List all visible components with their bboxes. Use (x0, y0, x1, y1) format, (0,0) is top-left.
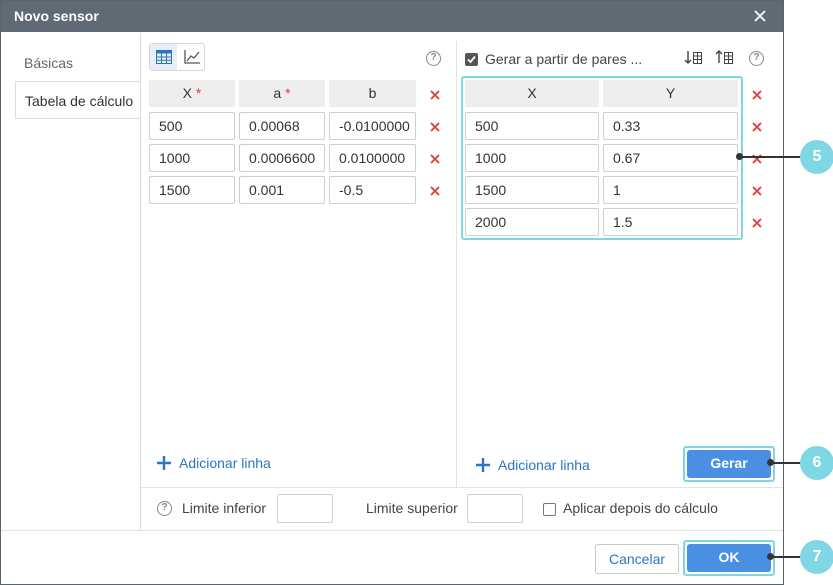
new-sensor-dialog: Novo sensor Básicas Tabela de cálculo ? … (0, 0, 784, 585)
add-row-left-label: Adicionar linha (179, 455, 271, 471)
callout-dot (736, 153, 743, 160)
delete-row-icon[interactable] (751, 185, 763, 197)
required-mark: * (285, 85, 291, 101)
add-row-left-button[interactable]: Adicionar linha (157, 455, 271, 471)
generate-from-pairs-checkbox[interactable] (465, 53, 478, 66)
footer-divider (1, 530, 783, 531)
bounds-divider (141, 487, 783, 488)
help-icon[interactable]: ? (157, 501, 172, 516)
left-cell-a[interactable]: 0.001 (239, 176, 325, 204)
plus-icon (476, 458, 490, 472)
upper-limit-input[interactable] (467, 494, 523, 523)
table-view-button[interactable] (150, 44, 177, 70)
column-header-a: a * (239, 80, 325, 107)
left-cell-b[interactable]: -0.0100000 (329, 112, 416, 140)
upper-limit-label: Limite superior (366, 500, 458, 516)
generate-button[interactable]: Gerar (687, 450, 771, 478)
table-icon (155, 50, 172, 64)
right-cell-y[interactable]: 0.33 (603, 112, 738, 140)
right-cell-y[interactable]: 1 (603, 176, 738, 204)
tab-calculation-table[interactable]: Tabela de cálculo (15, 81, 141, 119)
lower-limit-input[interactable] (277, 494, 333, 523)
right-cell-x[interactable]: 2000 (465, 208, 599, 236)
callout-line (770, 556, 801, 558)
right-cell-x[interactable]: 500 (465, 112, 599, 140)
chart-view-button[interactable] (178, 44, 205, 70)
callout-dot (767, 459, 774, 466)
delete-column-icon[interactable] (429, 89, 441, 101)
right-cell-y[interactable]: 1.5 (603, 208, 738, 236)
delete-row-icon[interactable] (751, 217, 763, 229)
dialog-title: Novo sensor (14, 8, 99, 24)
delete-row-icon[interactable] (751, 121, 763, 133)
tab-basicas[interactable]: Básicas (15, 44, 141, 82)
left-cell-x[interactable]: 500 (149, 112, 235, 140)
plus-icon (157, 456, 171, 470)
callout-line (739, 156, 801, 158)
callout-6: 6 (800, 446, 833, 480)
add-row-right-button[interactable]: Adicionar linha (476, 457, 590, 473)
sort-ascending-icon[interactable] (715, 49, 733, 67)
apply-after-checkbox[interactable] (543, 503, 556, 516)
panel-divider (456, 41, 457, 487)
right-cell-x[interactable]: 1000 (465, 144, 599, 172)
view-toggle (149, 43, 205, 71)
right-cell-y[interactable]: 0.67 (603, 144, 738, 172)
lower-limit-label: Limite inferior (182, 500, 267, 516)
left-cell-x[interactable]: 1000 (149, 144, 235, 172)
dialog-titlebar: Novo sensor (1, 1, 783, 32)
callout-line (770, 462, 801, 464)
callout-5: 5 (800, 140, 833, 174)
delete-row-icon[interactable] (429, 185, 441, 197)
close-icon[interactable] (751, 7, 769, 25)
column-header-x: X * (149, 80, 235, 107)
sort-descending-icon[interactable] (684, 49, 702, 67)
column-header-b: b (329, 80, 416, 107)
column-header-x: X (465, 80, 599, 107)
required-mark: * (195, 85, 202, 101)
column-label-x: X (182, 85, 192, 101)
cancel-button[interactable]: Cancelar (595, 544, 679, 574)
line-chart-icon (183, 50, 200, 64)
generate-from-pairs-label: Gerar a partir de pares ... (485, 51, 643, 67)
help-icon[interactable]: ? (749, 51, 764, 66)
apply-after-label: Aplicar depois do cálculo (563, 500, 718, 516)
column-label-a: a (273, 85, 282, 101)
help-icon[interactable]: ? (426, 51, 441, 66)
add-row-right-label: Adicionar linha (498, 457, 590, 473)
right-cell-x[interactable]: 1500 (465, 176, 599, 204)
sidebar-divider (140, 33, 141, 531)
callout-7: 7 (800, 540, 833, 574)
left-cell-a[interactable]: 0.0006600 (239, 144, 325, 172)
callout-dot (767, 553, 774, 560)
delete-column-icon[interactable] (751, 89, 763, 101)
check-icon (467, 55, 476, 64)
left-cell-b[interactable]: -0.5 (329, 176, 416, 204)
left-cell-b[interactable]: 0.0100000 (329, 144, 416, 172)
column-header-y: Y (603, 80, 738, 107)
delete-row-icon[interactable] (751, 153, 763, 165)
left-cell-a[interactable]: 0.00068 (239, 112, 325, 140)
delete-row-icon[interactable] (429, 121, 441, 133)
ok-button[interactable]: OK (687, 544, 771, 572)
delete-row-icon[interactable] (429, 153, 441, 165)
left-cell-x[interactable]: 1500 (149, 176, 235, 204)
